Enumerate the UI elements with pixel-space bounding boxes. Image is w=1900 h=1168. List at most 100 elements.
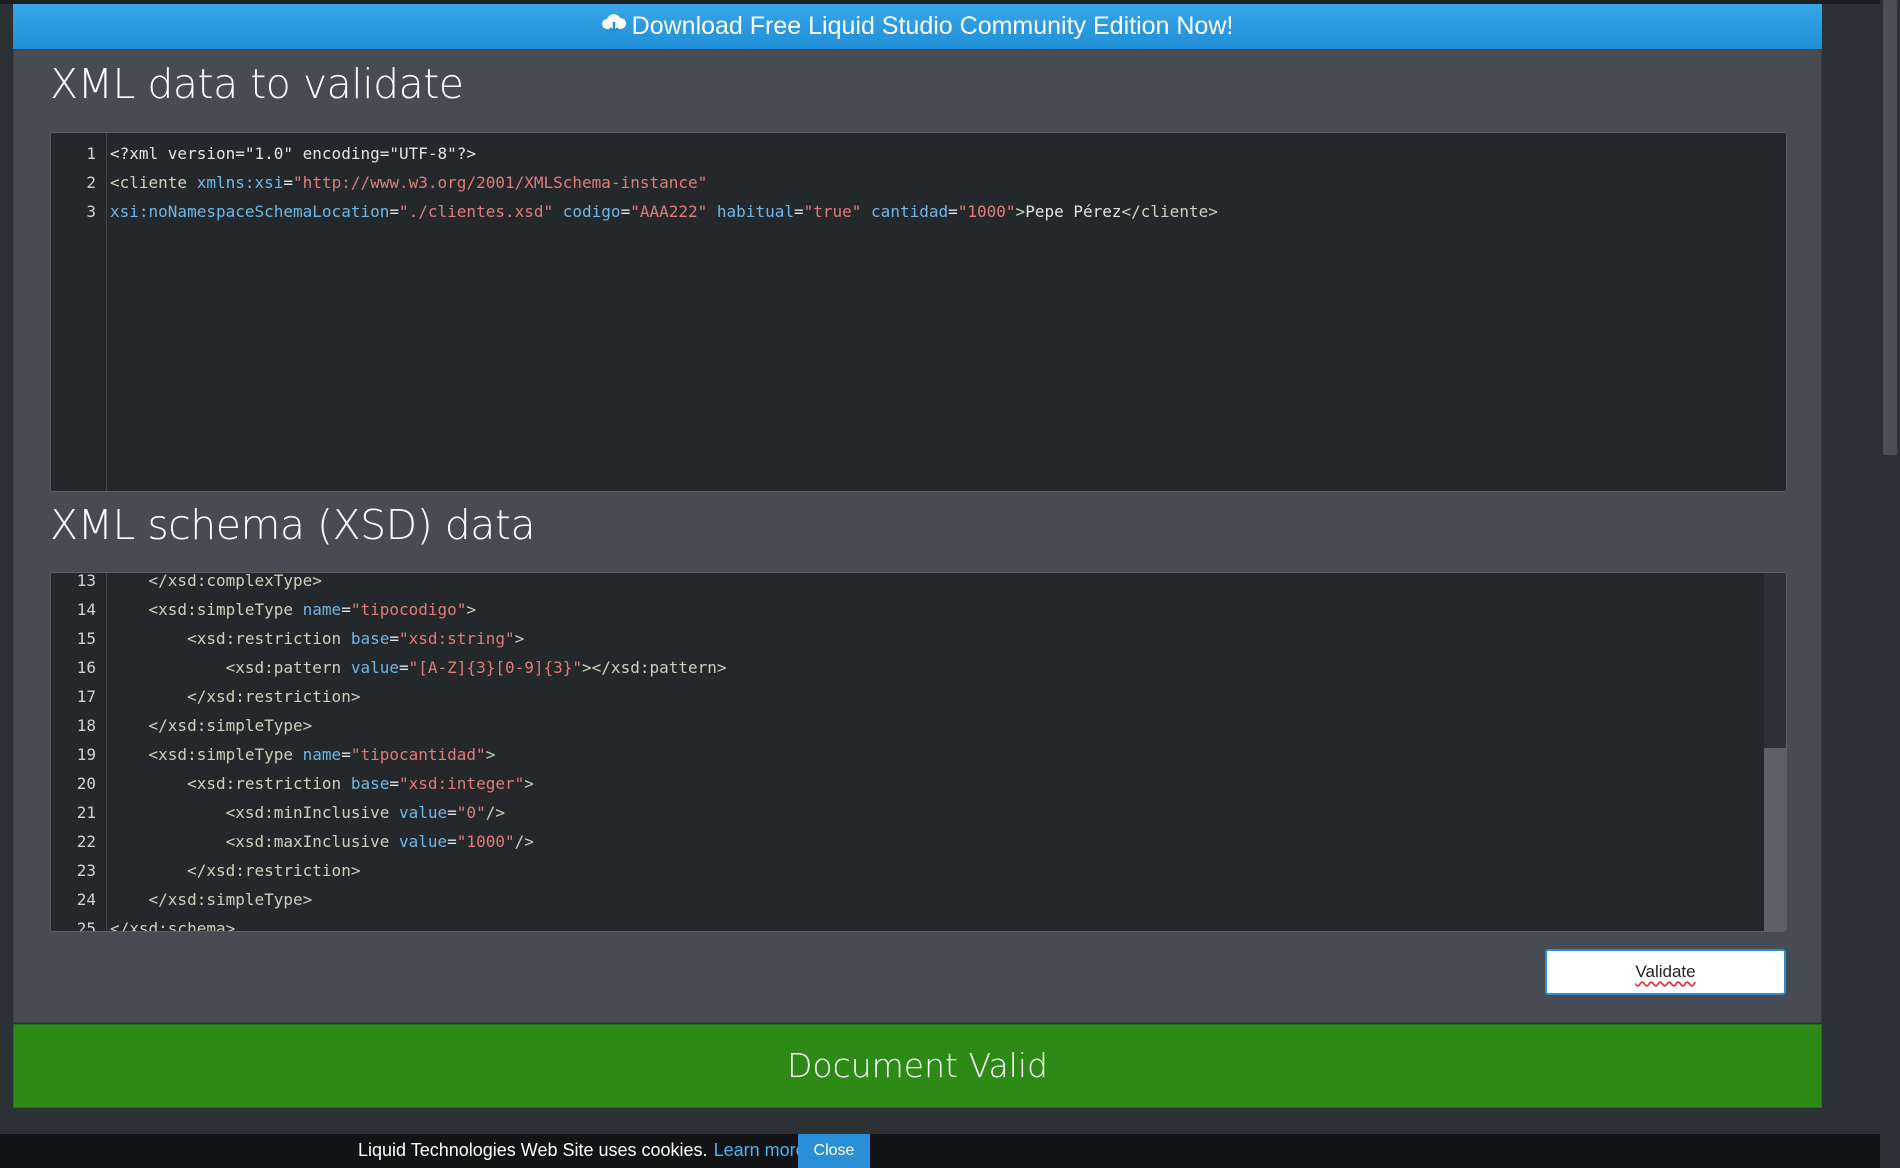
- code-token: "xsd:integer": [399, 774, 525, 793]
- line-number: 20: [76, 774, 96, 793]
- xsd-editor-scrollbar[interactable]: [1764, 573, 1786, 931]
- code-token: base: [350, 629, 390, 648]
- code-text: </xsd:restriction>: [103, 683, 360, 710]
- code-token: "0": [456, 803, 486, 822]
- code-line: 24 </xsd:simpleType>: [51, 886, 313, 913]
- code-token: <cliente: [110, 173, 197, 192]
- code-line: 16 <xsd:pattern value="[A-Z]{3}[0-9]{3}"…: [51, 654, 727, 681]
- code-token: value: [350, 658, 399, 677]
- code-token: >: [466, 600, 477, 619]
- download-banner[interactable]: Download Free Liquid Studio Community Ed…: [13, 4, 1822, 49]
- cookie-text: Liquid Technologies Web Site uses cookie…: [358, 1140, 708, 1160]
- code-text: </xsd:schema>: [103, 915, 235, 931]
- validate-button[interactable]: Validate: [1545, 949, 1786, 995]
- code-line: 18 </xsd:simpleType>: [51, 712, 313, 739]
- code-token: xmlns:xsi: [196, 173, 284, 192]
- code-line: 17 </xsd:restriction>: [51, 683, 361, 710]
- code-token: <xsd:simpleType: [110, 600, 303, 619]
- banner-text: Download Free Liquid Studio Community Ed…: [631, 12, 1234, 40]
- code-text: <xsd:restriction base="xsd:string">: [103, 625, 524, 652]
- validation-result-banner: Document Valid: [13, 1024, 1822, 1108]
- code-token: "true": [803, 202, 862, 221]
- line-number: 2: [86, 173, 96, 192]
- code-line: 15 <xsd:restriction base="xsd:string">: [51, 625, 525, 652]
- code-token: =: [447, 832, 457, 851]
- code-token: =: [389, 774, 399, 793]
- code-token: =: [793, 202, 804, 221]
- code-token: "./clientes.xsd": [399, 202, 554, 221]
- learn-more-link[interactable]: Learn more.: [714, 1140, 811, 1160]
- cookie-close-button[interactable]: Close: [798, 1134, 870, 1168]
- code-token: name: [302, 600, 342, 619]
- code-line: 14 <xsd:simpleType name="tipocodigo">: [51, 596, 476, 623]
- code-token: >: [485, 745, 496, 764]
- code-token: =: [341, 600, 351, 619]
- line-number: 23: [76, 861, 96, 880]
- code-token: =: [389, 202, 399, 221]
- line-number: 21: [76, 803, 96, 822]
- line-number: 24: [76, 890, 96, 909]
- code-token: </xsd:simpleType>: [110, 890, 313, 909]
- code-token: name: [302, 745, 342, 764]
- code-line: 13 </xsd:complexType>: [51, 572, 322, 594]
- line-number: 22: [76, 832, 96, 851]
- code-line: 23 </xsd:restriction>: [51, 857, 361, 884]
- code-text: <xsd:pattern value="[A-Z]{3}[0-9]{3}"></…: [103, 654, 727, 681]
- line-number: 14: [76, 600, 96, 619]
- code-token: >: [514, 629, 525, 648]
- xml-section-title: XML data to validate: [50, 60, 464, 108]
- code-token: <xsd:simpleType: [110, 745, 303, 764]
- code-text: xsi:noNamespaceSchemaLocation="./cliente…: [103, 198, 1218, 225]
- code-line: 3 xsi:noNamespaceSchemaLocation="./client…: [51, 198, 1218, 225]
- validator-panel: XML data to validate 1 <?xml version="1.0…: [13, 49, 1822, 1023]
- line-number: 15: [76, 629, 96, 648]
- code-token: "1000": [957, 202, 1016, 221]
- code-token: value: [398, 832, 448, 851]
- code-line: 1 <?xml version="1.0" encoding="UTF-8"?>: [51, 140, 476, 167]
- xsd-section-title: XML schema (XSD) data: [50, 501, 536, 549]
- code-token: =: [948, 202, 958, 221]
- cloud-download-icon: [601, 5, 626, 50]
- code-token: ></xsd:pattern>: [582, 658, 727, 677]
- code-line: 2 <cliente xmlns:xsi="http://www.w3.org/2…: [51, 169, 707, 196]
- code-token: <xsd:restriction: [110, 629, 351, 648]
- code-token: </xsd:restriction>: [110, 687, 361, 706]
- line-number: 13: [76, 572, 96, 590]
- cookie-message: Liquid Technologies Web Site uses cookie…: [358, 1140, 811, 1161]
- code-token: "[A-Z]{3}[0-9]{3}": [408, 658, 583, 677]
- xsd-editor[interactable]: 13 </xsd:complexType> 14 <xsd:simpleType …: [50, 572, 1787, 932]
- code-token: >: [524, 774, 534, 793]
- code-token: =: [399, 658, 409, 677]
- line-number: 17: [76, 687, 96, 706]
- code-token: />: [514, 832, 534, 851]
- cookie-bar: Liquid Technologies Web Site uses cookie…: [0, 1134, 1880, 1168]
- code-token: />: [485, 803, 505, 822]
- code-text: <xsd:minInclusive value="0"/>: [103, 799, 505, 826]
- line-number: 16: [76, 658, 96, 677]
- code-token: "1000": [456, 832, 515, 851]
- code-token: cantidad: [871, 202, 949, 221]
- line-number: 1: [86, 144, 96, 163]
- code-token: Pepe Pérez: [1025, 202, 1122, 221]
- code-token: <?xml version="1.0" encoding="UTF-8"?>: [110, 144, 477, 163]
- code-token: </xsd:complexType>: [110, 572, 322, 590]
- code-text: </xsd:restriction>: [103, 857, 360, 884]
- line-number: 25: [76, 919, 96, 932]
- xml-editor[interactable]: 1 <?xml version="1.0" encoding="UTF-8"?> 2…: [50, 132, 1787, 492]
- page-scroll-thumb[interactable]: [1883, 0, 1897, 455]
- code-token: <xsd:minInclusive: [110, 803, 399, 822]
- xsd-editor-scroll-thumb[interactable]: [1764, 748, 1786, 931]
- code-text: <xsd:maxInclusive value="1000"/>: [103, 828, 534, 855]
- code-token: codigo: [562, 202, 621, 221]
- code-text: </xsd:simpleType>: [103, 712, 313, 739]
- code-line: 25 </xsd:schema>: [51, 915, 236, 932]
- code-token: "xsd:string": [399, 629, 515, 648]
- line-number: 18: [76, 716, 96, 735]
- code-token: >: [1015, 202, 1026, 221]
- code-line: 22 <xsd:maxInclusive value="1000"/>: [51, 828, 534, 855]
- line-number: 19: [76, 745, 96, 764]
- code-token: habitual: [716, 202, 794, 221]
